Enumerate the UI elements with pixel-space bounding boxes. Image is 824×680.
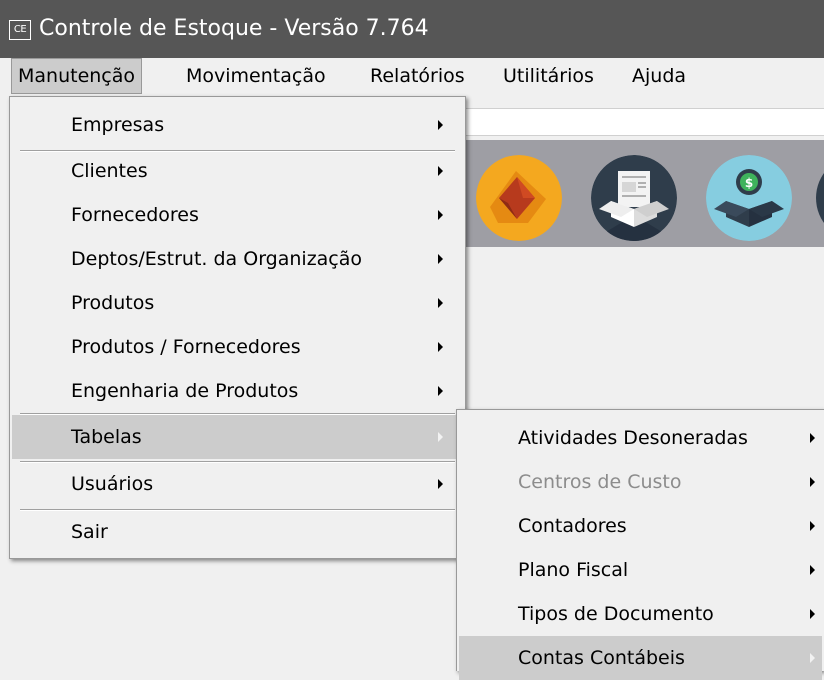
menu-item-label: Fornecedores xyxy=(71,204,199,226)
menu-item-label: Empresas xyxy=(71,114,165,136)
window-title: Controle de Estoque - Versão 7.764 xyxy=(39,16,429,41)
menu-item-empresas[interactable]: Empresas xyxy=(12,103,463,147)
submenu-item-tipos-de-documento[interactable]: Tipos de Documento xyxy=(459,592,822,636)
menu-item-label: Contas Contábeis xyxy=(518,647,685,669)
menu-item-label: Sair xyxy=(71,521,108,543)
tabelas-submenu: Atividades Desoneradas Centros de Custo … xyxy=(456,409,824,680)
submenu-item-contas-contabeis[interactable]: Contas Contábeis xyxy=(459,636,822,680)
menu-manutencao[interactable]: Manutenção xyxy=(11,58,143,94)
submenu-arrow-icon xyxy=(438,166,443,176)
submenu-arrow-icon xyxy=(438,386,443,396)
submenu-item-atividades-desoneradas[interactable]: Atividades Desoneradas xyxy=(459,416,822,460)
title-bar: CE Controle de Estoque - Versão 7.764 xyxy=(0,0,824,58)
menu-item-label: Deptos/Estrut. da Organização xyxy=(71,248,363,270)
submenu-arrow-icon xyxy=(438,479,443,489)
menu-item-produtos[interactable]: Produtos xyxy=(12,281,463,325)
submenu-arrow-icon xyxy=(810,521,815,531)
menu-item-label: Clientes xyxy=(71,160,148,182)
menu-item-produtos-fornecedores[interactable]: Produtos / Fornecedores xyxy=(12,325,463,369)
menu-item-fornecedores[interactable]: Fornecedores xyxy=(12,193,463,237)
menu-item-label: Tipos de Documento xyxy=(518,603,714,625)
money-box-icon[interactable]: $ xyxy=(706,155,792,241)
menu-bar: Manutenção Movimentação Relatórios Utili… xyxy=(0,58,824,94)
menu-relatorios[interactable]: Relatórios xyxy=(364,58,471,94)
menu-item-clientes[interactable]: Clientes xyxy=(12,149,463,193)
submenu-arrow-icon xyxy=(438,298,443,308)
submenu-item-centros-de-custo[interactable]: Centros de Custo xyxy=(459,460,822,504)
menu-item-label: Produtos xyxy=(71,292,155,314)
more-tools-icon[interactable] xyxy=(816,155,824,241)
shortcut-icon[interactable] xyxy=(476,155,562,241)
toolbar: $ xyxy=(466,140,824,247)
menu-item-label: Centros de Custo xyxy=(518,471,682,493)
submenu-arrow-icon xyxy=(810,565,815,575)
submenu-arrow-icon xyxy=(438,120,443,130)
submenu-arrow-icon xyxy=(810,433,815,443)
submenu-arrow-icon xyxy=(810,477,815,487)
menu-utilitarios[interactable]: Utilitários xyxy=(497,58,600,94)
menu-item-usuarios[interactable]: Usuários xyxy=(12,462,463,506)
submenu-arrow-icon xyxy=(438,342,443,352)
menu-item-label: Tabelas xyxy=(71,426,142,448)
menu-item-label: Produtos / Fornecedores xyxy=(71,336,301,358)
svg-text:$: $ xyxy=(745,176,753,190)
submenu-arrow-icon xyxy=(810,609,815,619)
menu-item-label: Engenharia de Produtos xyxy=(71,380,299,402)
menu-item-deptos[interactable]: Deptos/Estrut. da Organização xyxy=(12,237,463,281)
menu-item-engenharia[interactable]: Engenharia de Produtos xyxy=(12,369,463,413)
menu-item-sair[interactable]: Sair xyxy=(12,510,463,554)
menu-item-label: Atividades Desoneradas xyxy=(518,427,748,449)
submenu-item-contadores[interactable]: Contadores xyxy=(459,504,822,548)
submenu-arrow-icon xyxy=(438,254,443,264)
menu-item-label: Contadores xyxy=(518,515,627,537)
submenu-arrow-icon xyxy=(438,210,443,220)
submenu-item-plano-fiscal[interactable]: Plano Fiscal xyxy=(459,548,822,592)
submenu-arrow-icon xyxy=(438,432,443,442)
document-box-icon[interactable] xyxy=(591,155,677,241)
menu-item-label: Usuários xyxy=(71,473,154,495)
menu-ajuda[interactable]: Ajuda xyxy=(626,58,692,94)
manutencao-menu: Empresas Clientes Fornecedores Deptos/Es… xyxy=(9,96,466,559)
menu-item-tabelas[interactable]: Tabelas xyxy=(12,415,463,459)
menu-item-label: Plano Fiscal xyxy=(518,559,629,581)
address-field[interactable] xyxy=(466,108,824,136)
menu-movimentacao[interactable]: Movimentação xyxy=(180,58,332,94)
app-icon: CE xyxy=(9,20,31,40)
submenu-arrow-icon xyxy=(810,653,815,663)
